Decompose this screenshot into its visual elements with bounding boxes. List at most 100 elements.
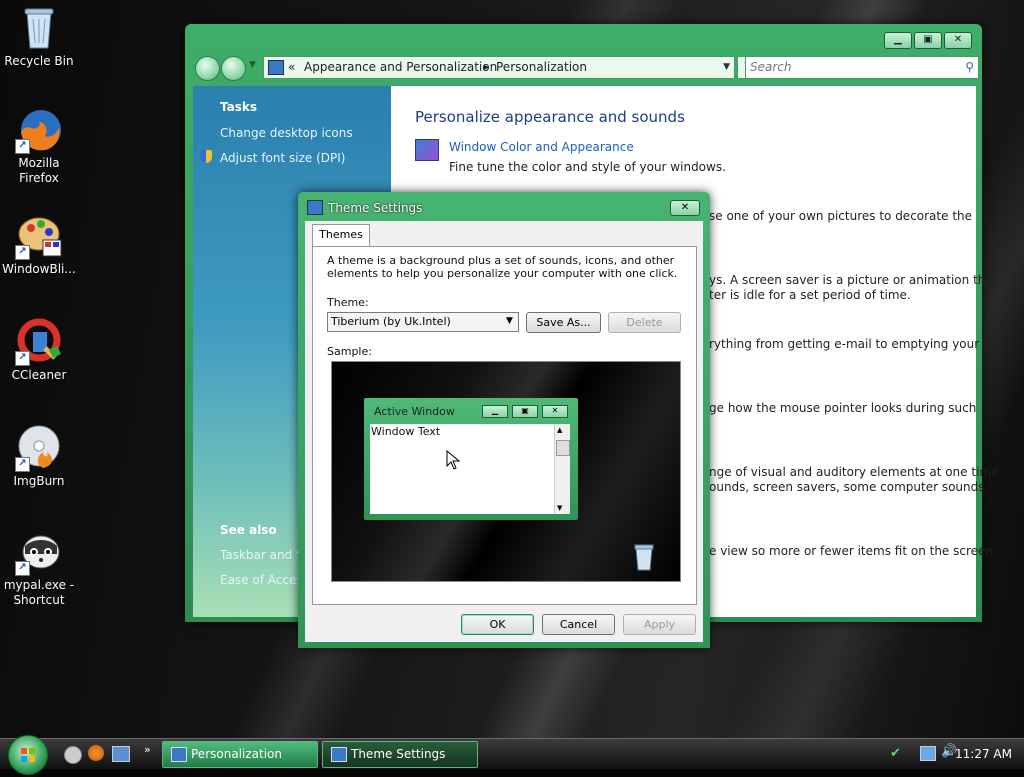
quicklaunch-overflow-icon[interactable]: » <box>144 743 151 756</box>
see-also-heading: See also <box>220 523 277 537</box>
desktop-icon-label: WindowBli... <box>2 262 76 276</box>
breadcrumb-appearance[interactable]: Appearance and Personalization <box>304 57 497 78</box>
mypal-icon: ↗ <box>15 528 63 576</box>
preview-scrollbar: ▲ ▼ <box>554 424 570 514</box>
tasks-heading: Tasks <box>220 100 258 114</box>
taskbar-item-personalization[interactable]: Personalization <box>162 741 318 768</box>
themes-tab-panel: A theme is a background plus a set of so… <box>312 246 697 605</box>
theme-sample-preview: Active Window ▁ ▣ ✕ Window Text ▲ ▼ <box>331 361 681 582</box>
desktop-icon-recycle-bin[interactable]: Recycle Bin <box>1 4 77 69</box>
screen-saver-description-2: ter is idle for a set period of time. <box>709 288 911 302</box>
page-title: Personalize appearance and sounds <box>415 108 685 126</box>
preview-window-body: Window Text ▲ ▼ <box>370 424 570 514</box>
desktop-background-description: se one of your own pictures to decorate … <box>709 209 973 223</box>
recent-pages-icon[interactable]: ▼ <box>249 60 256 70</box>
task-adjust-font-size[interactable]: Adjust font size (DPI) <box>220 151 345 165</box>
address-row: ▼ « Appearance and Personalization ▸ Per… <box>193 54 979 81</box>
windows-logo-icon <box>21 748 35 762</box>
shortcut-arrow-icon: ↗ <box>15 457 30 472</box>
desktop-icon-label: mypal.exe - Shortcut <box>3 578 75 607</box>
search-icon[interactable]: ⚲ <box>965 57 974 78</box>
task-change-desktop-icons[interactable]: Change desktop icons <box>220 126 353 140</box>
sample-label: Sample: <box>327 345 372 358</box>
desktop-icon-windowblinds[interactable]: ↗ WindowBli... <box>1 212 77 277</box>
uac-shield-icon <box>200 150 212 163</box>
breadcrumb-personalization[interactable]: Personalization <box>496 57 587 78</box>
window-controls: ▁ ▣ ✕ <box>884 32 972 49</box>
start-button[interactable] <box>8 735 48 775</box>
dialog-close-button[interactable]: ✕ <box>670 200 700 216</box>
window-color-link[interactable]: Window Color and Appearance <box>449 140 634 154</box>
show-desktop-icon[interactable] <box>64 746 82 764</box>
chevron-down-icon: ▼ <box>506 316 513 326</box>
desktop-icon-label: CCleaner <box>11 368 67 382</box>
forward-button[interactable] <box>221 56 246 81</box>
see-also-taskbar[interactable]: Taskbar and St <box>220 548 308 562</box>
quicklaunch-firefox-icon[interactable] <box>88 745 104 761</box>
theme-label: Theme: <box>327 296 369 309</box>
theme-settings-icon <box>307 200 323 215</box>
desktop-icon-mypal[interactable]: ↗ mypal.exe - Shortcut <box>1 528 77 608</box>
scroll-down-icon: ▼ <box>557 504 563 512</box>
address-bar[interactable]: « Appearance and Personalization ▸ Perso… <box>263 56 735 79</box>
taskbar-item-label: Theme Settings <box>351 747 446 761</box>
search-input[interactable]: Search ⚲ <box>745 56 979 79</box>
desktop-icon-imgburn[interactable]: ↗ ImgBurn <box>1 424 77 489</box>
preview-recycle-bin-icon <box>634 544 654 571</box>
preview-maximize-icon: ▣ <box>512 405 538 418</box>
taskbar-item-label: Personalization <box>191 747 282 761</box>
save-as-button[interactable]: Save As... <box>526 312 601 333</box>
breadcrumb-overflow[interactable]: « <box>288 57 295 78</box>
cancel-button[interactable]: Cancel <box>542 614 615 635</box>
ccleaner-icon: ↗ <box>15 318 63 366</box>
tab-themes[interactable]: Themes <box>312 224 370 246</box>
theme-select[interactable]: Tiberium (by Uk.Intel) ▼ <box>327 312 519 332</box>
back-button[interactable] <box>195 56 220 81</box>
close-button[interactable]: ✕ <box>944 32 972 49</box>
theme-select-value: Tiberium (by Uk.Intel) <box>331 315 451 328</box>
taskbar-item-theme-settings[interactable]: Theme Settings <box>322 741 478 768</box>
security-tray-icon[interactable]: ✔ <box>890 746 901 761</box>
shortcut-arrow-icon: ↗ <box>15 561 30 576</box>
search-placeholder: Search <box>750 60 792 74</box>
preview-window-title: Active Window <box>374 405 455 418</box>
preview-close-icon: ✕ <box>542 405 568 418</box>
firefox-icon: ↗ <box>15 106 63 154</box>
theme-description-line-2: elements to help you personalize your co… <box>327 267 678 280</box>
control-panel-icon <box>171 747 187 762</box>
control-panel-icon <box>268 60 284 75</box>
dialog-title: Theme Settings <box>328 201 423 215</box>
screen-saver-description-1: ys. A screen saver is a picture or anima… <box>709 273 998 287</box>
desktop-icon-ccleaner[interactable]: ↗ CCleaner <box>1 318 77 383</box>
windowblinds-icon: ↗ <box>15 212 63 260</box>
theme-description-line-1: A theme is a background plus a set of so… <box>327 254 675 267</box>
delete-button[interactable]: Delete <box>608 312 681 333</box>
shortcut-arrow-icon: ↗ <box>15 245 30 260</box>
network-tray-icon[interactable] <box>920 746 936 761</box>
window-color-icon <box>415 139 439 161</box>
shortcut-arrow-icon: ↗ <box>15 139 30 154</box>
see-also-ease-of-access[interactable]: Ease of Access <box>220 573 309 587</box>
minimize-button[interactable]: ▁ <box>884 32 912 49</box>
apply-button[interactable]: Apply <box>623 614 696 635</box>
desktop-icon-firefox[interactable]: ↗ Mozilla Firefox <box>1 106 77 186</box>
desktop-icon-label: Recycle Bin <box>4 54 74 68</box>
scroll-thumb <box>556 440 570 456</box>
maximize-button[interactable]: ▣ <box>914 32 942 49</box>
preview-active-window: Active Window ▁ ▣ ✕ Window Text ▲ ▼ <box>364 398 578 520</box>
clock[interactable]: 11:27 AM <box>955 739 1012 769</box>
taskbar: » Personalization Theme Settings ✔ 🔊 11:… <box>0 735 1024 775</box>
recycle-bin-icon <box>15 4 63 52</box>
desktop-icon-label: ImgBurn <box>13 474 65 488</box>
switch-windows-icon[interactable] <box>112 746 130 762</box>
shortcut-arrow-icon: ↗ <box>15 351 30 366</box>
sounds-description: rything from getting e-mail to emptying … <box>709 337 980 351</box>
window-color-description: Fine tune the color and style of your wi… <box>449 160 726 174</box>
theme-settings-icon <box>331 747 347 762</box>
desktop-icon-label: Mozilla Firefox <box>18 156 60 185</box>
breadcrumb-arrow-icon[interactable]: ▸ <box>484 57 489 78</box>
scroll-up-icon: ▲ <box>557 426 563 434</box>
address-dropdown-icon[interactable]: ▼ <box>723 57 730 78</box>
mouse-cursor-icon <box>446 450 460 470</box>
ok-button[interactable]: OK <box>461 614 534 635</box>
